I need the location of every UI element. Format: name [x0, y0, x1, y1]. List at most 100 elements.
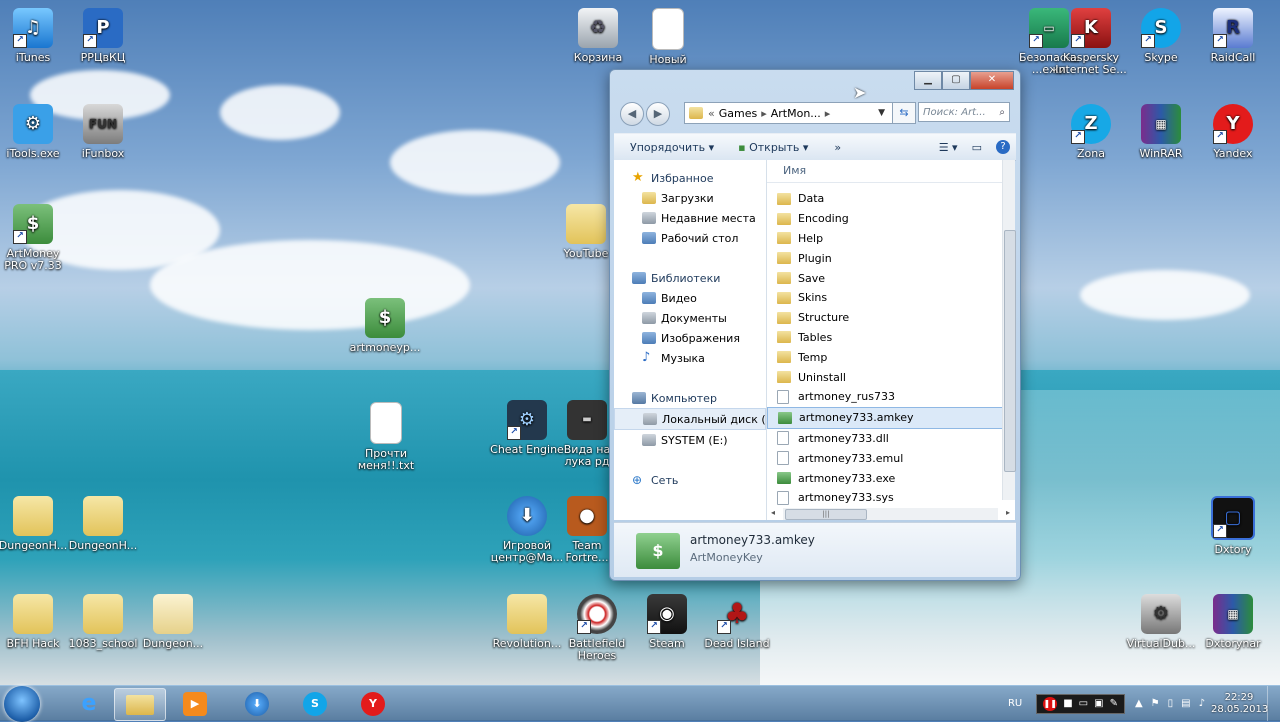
address-dropdown-icon[interactable]: ▼ [878, 108, 885, 118]
desktop-icon-dxtorynar[interactable]: ▦ Dxtorynar [1194, 594, 1272, 650]
desktop-icon-revolution[interactable]: Revolution... [488, 594, 566, 650]
screenshot-icon[interactable]: ▣ [1094, 698, 1103, 709]
desktop-icon-rrc[interactable]: P ↗ РРЦвКЦ [64, 8, 142, 64]
nav-item-system-e[interactable]: SYSTEM (E:) [614, 430, 766, 450]
file-list-item[interactable]: artmoney733.amkey [767, 406, 1015, 429]
start-button[interactable] [4, 686, 40, 722]
file-list-item[interactable]: Temp [767, 347, 1015, 367]
stop-icon[interactable]: ■ [1063, 698, 1072, 709]
nav-network[interactable]: ⊕ Сеть [614, 470, 766, 490]
desktop-icon-raidcall[interactable]: R ↗ RaidCall [1194, 8, 1272, 64]
file-list-item[interactable]: Encoding [767, 209, 1015, 229]
taskbar-explorer[interactable] [114, 688, 166, 721]
language-indicator[interactable]: RU [1008, 698, 1022, 709]
desktop-icon-dead-island[interactable]: ♣ ↗ Dead Island [698, 594, 776, 650]
taskbar-yandex[interactable]: Y [348, 688, 398, 719]
refresh-button[interactable]: ⇆ [892, 102, 916, 124]
desktop-icon-kaspersky[interactable]: K ↗ Kaspersky Internet Se... [1052, 8, 1130, 76]
clock[interactable]: 22:29 28.05.2013 [1211, 692, 1268, 716]
maximize-button[interactable]: ▢ [942, 71, 970, 90]
breadcrumb-games[interactable]: Games [719, 107, 757, 120]
power-icon[interactable]: ▯ [1168, 698, 1174, 709]
desktop-icon-cheat-engine[interactable]: ⚙ ↗ Cheat Engine [488, 400, 566, 456]
file-list-item[interactable]: artmoney733.sys [767, 488, 1015, 508]
scrollbar-thumb[interactable] [1004, 230, 1016, 472]
file-list-item[interactable]: Tables [767, 328, 1015, 348]
tool-icon[interactable]: ✎ [1110, 698, 1118, 709]
organize-button[interactable]: Упорядочить ▾ [614, 141, 724, 154]
explorer-window[interactable]: ▁ ▢ ✕ ◀ ▶ « Games ▸ ArtMon... ▸ ▼ ⇆ Поис… [609, 69, 1021, 581]
desktop-icon-itools[interactable]: ⚙ iTools.exe [0, 104, 72, 160]
breadcrumb-artmoney[interactable]: ArtMon... [771, 107, 821, 120]
scroll-left-icon[interactable]: ◂ [771, 508, 775, 517]
address-bar[interactable]: « Games ▸ ArtMon... ▸ ▼ [684, 102, 912, 124]
tray-expand-icon[interactable]: ▲ [1135, 698, 1143, 709]
desktop-icon-dungeon-2[interactable]: DungeonH... [64, 496, 142, 552]
taskbar-download-app[interactable]: ⬇ [232, 688, 282, 719]
back-button[interactable]: ◀ [620, 102, 644, 126]
breadcrumb-overflow[interactable]: « [708, 107, 715, 120]
horizontal-scrollbar[interactable]: ◂ ||| ▸ [771, 508, 1010, 520]
file-list-item[interactable]: artmoney_rus733 [767, 387, 1015, 407]
desktop-icon-readme[interactable]: Прочти меня!!.txt [347, 402, 425, 472]
desktop-icon-artmoney-pro[interactable]: $ ↗ ArtMoney PRO v7.33 [0, 204, 72, 272]
scrollbar-thumb[interactable]: ||| [785, 509, 867, 520]
taskbar-skype[interactable]: S [290, 688, 340, 719]
breadcrumb-separator[interactable]: ▸ [825, 107, 831, 120]
help-icon[interactable]: ? [996, 140, 1010, 154]
desktop-icon-school[interactable]: 1083_school [64, 594, 142, 650]
nav-libraries[interactable]: Библиотеки [614, 268, 766, 288]
desktop-icon-bfh-hack[interactable]: BFH Hack [0, 594, 72, 650]
file-list-item[interactable]: artmoney733.dll [767, 429, 1015, 449]
open-button[interactable]: ▪ Открыть ▾ [724, 141, 818, 154]
preview-pane-icon[interactable]: ▭ [972, 141, 982, 154]
record-pause-icon[interactable]: ❚❚ [1043, 696, 1058, 711]
search-input[interactable]: Поиск: Art... ⌕ [918, 102, 1010, 122]
file-list-item[interactable]: artmoney733.exe [767, 468, 1015, 488]
scroll-right-icon[interactable]: ▸ [1006, 508, 1010, 517]
file-list-item[interactable]: Data [767, 189, 1015, 209]
desktop-icon-skype[interactable]: S ↗ Skype [1122, 8, 1200, 64]
file-list-item[interactable]: Help [767, 229, 1015, 249]
file-list-item[interactable]: Plugin [767, 248, 1015, 268]
desktop-icon-dxtory[interactable]: ▢ ↗ Dxtory [1194, 496, 1272, 556]
nav-item-pictures[interactable]: Изображения [614, 328, 766, 348]
desktop-icon-dungeon-3[interactable]: Dungeon... [134, 594, 212, 650]
show-desktop-button[interactable] [1267, 686, 1280, 721]
recording-toolbar[interactable]: ❚❚ ■ ▭ ▣ ✎ [1036, 693, 1125, 714]
nav-item-documents[interactable]: Документы [614, 308, 766, 328]
minimize-button[interactable]: ▁ [914, 71, 942, 90]
breadcrumb-separator[interactable]: ▸ [761, 107, 767, 120]
forward-button[interactable]: ▶ [646, 102, 670, 126]
taskbar-internet-explorer[interactable]: e [64, 688, 114, 719]
desktop-icon-virtualdub[interactable]: ⚙ VirtualDub... [1122, 594, 1200, 650]
nav-item-downloads[interactable]: Загрузки [614, 188, 766, 208]
nav-item-video[interactable]: Видео [614, 288, 766, 308]
desktop-icon-steam[interactable]: ◉ ↗ Steam [628, 594, 706, 650]
window-icon[interactable]: ▭ [1079, 698, 1088, 709]
file-list-item[interactable]: Uninstall [767, 367, 1015, 387]
more-commands-button[interactable]: » [818, 141, 851, 154]
nav-item-local-disk-c[interactable]: Локальный диск (C [614, 408, 766, 430]
close-button[interactable]: ✕ [970, 71, 1014, 90]
network-icon[interactable]: ▤ [1181, 698, 1190, 709]
desktop-icon-new[interactable]: Новый [629, 8, 707, 66]
column-header-name[interactable]: Имя [767, 160, 1015, 183]
desktop-icon-itunes[interactable]: ♫ ↗ iTunes [0, 8, 72, 64]
nav-favorites[interactable]: ★ Избранное [614, 168, 766, 188]
view-options-icon[interactable]: ☰ ▾ [939, 141, 958, 154]
desktop-icon-battlefield[interactable]: ↗ Battlefield Heroes [558, 594, 636, 662]
desktop-icon-dungeon-1[interactable]: DungeonH... [0, 496, 72, 552]
desktop-icon-winrar[interactable]: ▦ WinRAR [1122, 104, 1200, 160]
vertical-scrollbar[interactable] [1002, 160, 1016, 500]
nav-computer[interactable]: Компьютер [614, 388, 766, 408]
desktop-icon-ifunbox[interactable]: FUN iFunbox [64, 104, 142, 160]
desktop-icon-youtube[interactable]: YouTube [556, 204, 616, 260]
desktop-icon-recycle-bin[interactable]: ♻ Корзина [559, 8, 637, 64]
file-list-item[interactable]: Save [767, 268, 1015, 288]
desktop-icon-zona[interactable]: Z ↗ Zona [1052, 104, 1130, 160]
desktop-icon-igrovoi[interactable]: ⬇ Игровой центр@Ma... [488, 496, 566, 564]
file-list-item[interactable]: Skins [767, 288, 1015, 308]
taskbar-media-player[interactable]: ▶ [170, 688, 220, 719]
file-list-item[interactable]: artmoney733.emul [767, 448, 1015, 468]
